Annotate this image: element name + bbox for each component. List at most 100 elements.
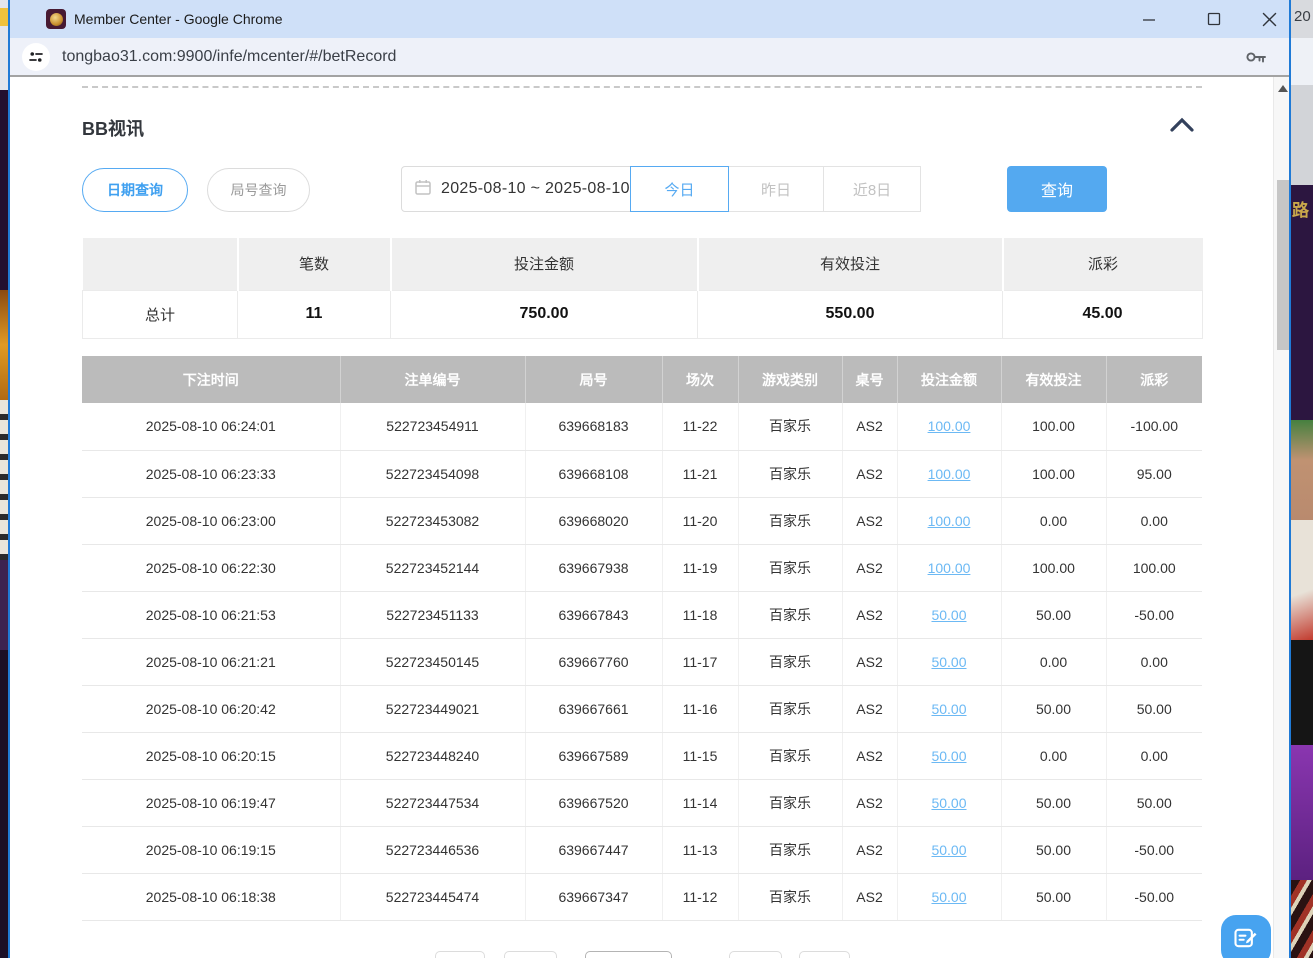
cell-bet[interactable]: 100.00 (897, 497, 1001, 544)
header-game-type: 游戏类别 (738, 356, 842, 403)
cell-time: 2025-08-10 06:22:30 (82, 544, 340, 591)
window-title: Member Center - Google Chrome (74, 0, 283, 38)
collapse-chevron-up-icon[interactable] (1168, 115, 1196, 137)
bet-amount-link[interactable]: 50.00 (931, 701, 966, 717)
section-divider (82, 86, 1202, 88)
last8days-button[interactable]: 近8日 (823, 166, 921, 212)
cell-bet[interactable]: 100.00 (897, 403, 1001, 450)
cell-game: 百家乐 (738, 826, 842, 873)
cell-order: 522723454098 (340, 450, 525, 497)
cell-valid: 50.00 (1001, 779, 1106, 826)
bet-amount-link[interactable]: 100.00 (928, 560, 971, 576)
site-settings-icon[interactable] (22, 43, 50, 71)
cell-payout: 100.00 (1106, 544, 1202, 591)
desktop-fragment-orange (0, 290, 8, 400)
bet-amount-link[interactable]: 50.00 (931, 607, 966, 623)
cell-bet[interactable]: 100.00 (897, 544, 1001, 591)
pagination-item-1[interactable] (435, 951, 485, 958)
bet-amount-link[interactable]: 100.00 (928, 418, 971, 434)
close-button[interactable] (1248, 2, 1290, 36)
cell-payout: -100.00 (1106, 403, 1202, 450)
scrollbar-up-arrow-icon[interactable] (1278, 85, 1288, 92)
cell-valid: 100.00 (1001, 544, 1106, 591)
cell-bet[interactable]: 50.00 (897, 638, 1001, 685)
header-valid-bet: 有效投注 (1001, 356, 1106, 403)
address-bar[interactable]: tongbao31.com:9900/infe/mcenter/#/betRec… (10, 38, 1289, 77)
header-table-no: 桌号 (842, 356, 897, 403)
cell-game: 百家乐 (738, 450, 842, 497)
bet-amount-link[interactable]: 100.00 (928, 513, 971, 529)
round-query-tab[interactable]: 局号查询 (207, 168, 310, 212)
cell-table: AS2 (842, 873, 897, 920)
cell-bet[interactable]: 50.00 (897, 732, 1001, 779)
compose-floating-button[interactable] (1221, 915, 1271, 958)
url-text[interactable]: tongbao31.com:9900/infe/mcenter/#/betRec… (62, 38, 396, 75)
cell-valid: 50.00 (1001, 826, 1106, 873)
window-titlebar[interactable]: Member Center - Google Chrome (10, 0, 1289, 38)
bet-table-header-row: 下注时间 注单编号 局号 场次 游戏类别 桌号 投注金额 有效投注 派彩 (82, 356, 1202, 403)
yesterday-button[interactable]: 昨日 (728, 166, 824, 212)
summary-total-label: 总计 (83, 290, 238, 338)
cell-payout: 50.00 (1106, 685, 1202, 732)
cell-bet[interactable]: 100.00 (897, 450, 1001, 497)
cell-bet[interactable]: 50.00 (897, 826, 1001, 873)
pagination-item-5[interactable] (799, 951, 850, 958)
cell-table: AS2 (842, 779, 897, 826)
date-query-tab[interactable]: 日期查询 (82, 168, 188, 212)
summary-count-value: 11 (238, 290, 391, 338)
cell-bet[interactable]: 50.00 (897, 779, 1001, 826)
cell-session: 11-13 (662, 826, 738, 873)
cell-valid: 0.00 (1001, 638, 1106, 685)
cell-order: 522723449021 (340, 685, 525, 732)
bet-amount-link[interactable]: 50.00 (931, 748, 966, 764)
cell-payout: -50.00 (1106, 826, 1202, 873)
cell-round: 639667938 (525, 544, 662, 591)
cell-bet[interactable]: 50.00 (897, 591, 1001, 638)
pagination-item-3[interactable] (585, 951, 672, 958)
cell-time: 2025-08-10 06:24:01 (82, 403, 340, 450)
bet-amount-link[interactable]: 50.00 (931, 654, 966, 670)
scrollbar-track[interactable] (1273, 77, 1289, 958)
desktop-fragment-yellow (0, 8, 8, 26)
site-favicon-icon (46, 9, 66, 29)
cell-session: 11-22 (662, 403, 738, 450)
cell-valid: 50.00 (1001, 591, 1106, 638)
summary-table: 笔数 投注金额 有效投注 派彩 总计 11 750.00 550.00 45.0… (82, 238, 1203, 339)
cell-bet[interactable]: 50.00 (897, 873, 1001, 920)
cell-table: AS2 (842, 544, 897, 591)
bet-amount-link[interactable]: 50.00 (931, 795, 966, 811)
desktop-text-fragment: 路 (1292, 196, 1309, 221)
pagination-item-2[interactable] (504, 951, 557, 958)
password-key-icon[interactable] (1243, 45, 1269, 74)
cell-round: 639667347 (525, 873, 662, 920)
cell-payout: -50.00 (1106, 873, 1202, 920)
cell-bet[interactable]: 50.00 (897, 685, 1001, 732)
cell-round: 639668183 (525, 403, 662, 450)
header-order-no: 注单编号 (340, 356, 525, 403)
summary-valid-value: 550.00 (698, 290, 1003, 338)
pagination-item-4[interactable] (729, 951, 782, 958)
cell-table: AS2 (842, 732, 897, 779)
summary-header-count: 笔数 (238, 238, 391, 290)
minimize-button[interactable] (1128, 2, 1170, 36)
table-row: 2025-08-10 06:20:15522723448240639667589… (82, 732, 1202, 779)
summary-bet-value: 750.00 (391, 290, 698, 338)
bet-amount-link[interactable]: 100.00 (928, 466, 971, 482)
bet-amount-link[interactable]: 50.00 (931, 889, 966, 905)
search-button[interactable]: 查询 (1007, 166, 1107, 212)
cell-payout: 95.00 (1106, 450, 1202, 497)
summary-header-valid: 有效投注 (698, 238, 1003, 290)
today-button[interactable]: 今日 (630, 166, 729, 212)
maximize-button[interactable] (1193, 2, 1235, 36)
cell-time: 2025-08-10 06:20:15 (82, 732, 340, 779)
cell-time: 2025-08-10 06:23:33 (82, 450, 340, 497)
scrollbar-thumb[interactable] (1277, 180, 1289, 350)
cell-time: 2025-08-10 06:23:00 (82, 497, 340, 544)
table-row: 2025-08-10 06:19:47522723447534639667520… (82, 779, 1202, 826)
cell-payout: -50.00 (1106, 591, 1202, 638)
filter-bar: 日期查询 局号查询 2025-08-10 ~ 2025-08-10 今日 昨日 … (82, 166, 1202, 212)
cell-payout: 0.00 (1106, 638, 1202, 685)
bet-amount-link[interactable]: 50.00 (931, 842, 966, 858)
table-row: 2025-08-10 06:18:38522723445474639667347… (82, 873, 1202, 920)
browser-window: Member Center - Google Chrome tongbao31.… (8, 0, 1291, 958)
